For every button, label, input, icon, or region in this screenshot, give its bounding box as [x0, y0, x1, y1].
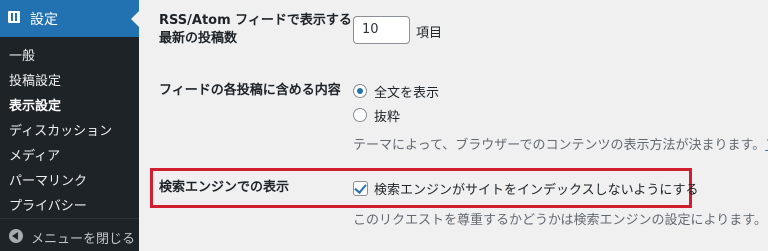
sidebar-item-discussion[interactable]: ディスカッション: [9, 120, 112, 139]
search-visibility-checkbox-label[interactable]: 検索エンジンがサイトをインデックスしないようにする: [374, 179, 698, 198]
feed-content-description: テーマによって、ブラウザーでのコンテンツの表示方法が決まります。フィ: [353, 134, 768, 153]
feed-content-description-text: テーマによって、ブラウザーでのコンテンツの表示方法が決まります。: [353, 138, 766, 153]
sidebar-item-reading[interactable]: 表示設定: [9, 95, 61, 114]
feed-count-unit: 項目: [416, 26, 443, 41]
sidebar-divider: [0, 218, 139, 219]
feed-count-label-line2: 最新の投稿数: [159, 31, 238, 46]
search-visibility-checkbox[interactable]: [353, 181, 368, 196]
feed-content-label: フィードの各投稿に含める内容: [159, 83, 341, 98]
feed-count-input[interactable]: 10: [353, 16, 410, 44]
current-menu-arrow: [131, 11, 139, 27]
sidebar-item-privacy[interactable]: プライバシー: [9, 195, 87, 214]
sidebar-menu-settings-label: 設定: [30, 12, 58, 28]
sidebar-menu-settings[interactable]: 設定: [0, 0, 139, 37]
sidebar-item-general[interactable]: 一般: [9, 45, 35, 64]
radio-excerpt-label[interactable]: 抜粋: [374, 106, 400, 125]
radio-full-text[interactable]: [353, 84, 367, 98]
search-visibility-description: このリクエストを尊重するかどうかは検索エンジンの設定によります。: [353, 213, 767, 228]
admin-sidebar: 設定 一般 投稿設定 表示設定 ディスカッション メディア パーマリンク プライ…: [0, 0, 139, 251]
collapse-menu-label: メニューを閉じる: [31, 232, 136, 247]
sidebar-item-writing[interactable]: 投稿設定: [9, 70, 61, 89]
collapse-menu-button[interactable]: メニューを閉じる: [0, 224, 139, 251]
sidebar-item-permalinks[interactable]: パーマリンク: [9, 170, 87, 189]
collapse-arrow-icon: [9, 229, 23, 243]
feed-count-label-line1: RSS/Atom フィードで表示する: [159, 13, 352, 28]
settings-icon: [8, 11, 20, 23]
search-visibility-label: 検索エンジンでの表示: [159, 180, 290, 195]
radio-full-text-label[interactable]: 全文を表示: [374, 82, 439, 101]
radio-excerpt[interactable]: [353, 108, 367, 122]
sidebar-item-media[interactable]: メディア: [9, 145, 60, 164]
